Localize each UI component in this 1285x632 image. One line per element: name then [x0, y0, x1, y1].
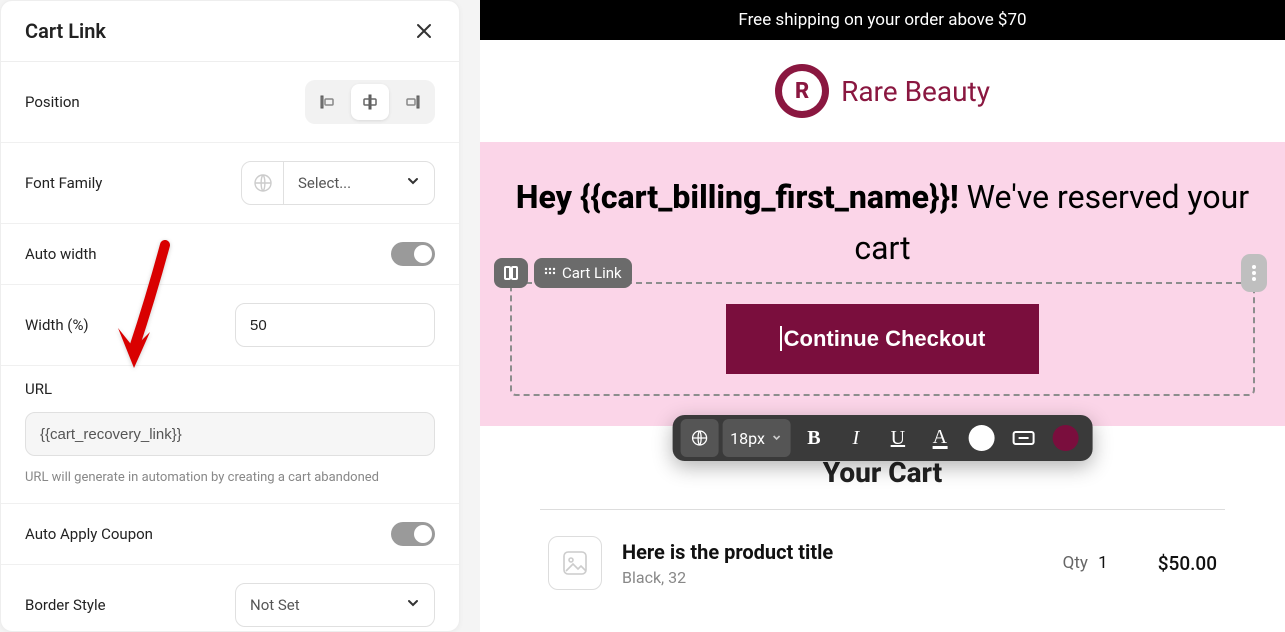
url-input[interactable] [25, 412, 435, 456]
email-preview: Free shipping on your order above $70 R … [480, 0, 1285, 632]
more-options-button[interactable] [1241, 254, 1267, 292]
font-family-row: Font Family Select... [1, 143, 459, 224]
product-variant: Black, 32 [622, 568, 1043, 587]
panel-title: Cart Link [25, 19, 106, 43]
border-style-label: Border Style [25, 596, 106, 614]
button-style-icon[interactable] [1005, 419, 1043, 457]
align-right-button[interactable] [393, 84, 431, 120]
cart-heading: Your Cart [540, 456, 1225, 489]
width-input[interactable] [235, 303, 435, 347]
product-info: Here is the product title Black, 32 [622, 540, 1043, 587]
cart-item-row: Here is the product title Black, 32 Qty … [540, 510, 1225, 590]
product-price: $50.00 [1158, 552, 1217, 575]
block-controls-left: Cart Link [494, 258, 632, 288]
chevron-down-icon [406, 174, 420, 192]
text-color-button[interactable]: A [921, 419, 959, 457]
auto-apply-row: Auto Apply Coupon [1, 504, 459, 565]
hero-greeting: Hey {{cart_billing_first_name}}! [516, 178, 959, 216]
shipping-banner: Free shipping on your order above $70 [480, 0, 1285, 40]
position-row: Position [1, 62, 459, 143]
block-label-pill[interactable]: Cart Link [534, 258, 632, 288]
product-image-placeholder [548, 536, 602, 590]
position-label: Position [25, 93, 80, 111]
close-icon[interactable] [413, 20, 435, 42]
border-style-row: Border Style Not Set [1, 565, 459, 632]
brand-name: Rare Beauty [841, 75, 990, 108]
font-size-selector[interactable]: 18px [722, 419, 791, 457]
width-label: Width (%) [25, 316, 89, 334]
align-left-button[interactable] [309, 84, 347, 120]
brand-logo-row: R Rare Beauty [480, 40, 1285, 142]
bold-button[interactable]: B [795, 419, 833, 457]
position-segmented [305, 80, 435, 124]
url-help-text: URL will generate in automation by creat… [25, 470, 435, 485]
settings-panel: Cart Link Position Font Family Select.. [0, 0, 460, 632]
italic-button[interactable]: I [837, 419, 875, 457]
chevron-down-icon [406, 596, 420, 614]
columns-icon[interactable] [494, 258, 528, 288]
url-label: URL [25, 380, 435, 398]
bg-maroon-swatch[interactable] [1047, 419, 1085, 457]
block-label-text: Cart Link [562, 264, 622, 282]
font-family-select[interactable]: Select... [241, 161, 435, 205]
auto-width-row: Auto width [1, 224, 459, 285]
text-format-toolbar: 18px B I U A [672, 415, 1093, 461]
cart-link-block[interactable]: Continue Checkout [510, 282, 1255, 396]
toolbar-globe-icon[interactable] [680, 419, 718, 457]
underline-button[interactable]: U [879, 419, 917, 457]
qty-value: 1 [1098, 553, 1108, 573]
panel-header: Cart Link [1, 1, 459, 62]
auto-apply-label: Auto Apply Coupon [25, 525, 153, 543]
border-style-value: Not Set [250, 596, 300, 614]
brand-logo-icon: R [775, 64, 829, 118]
auto-width-toggle[interactable] [391, 242, 435, 266]
globe-icon [242, 162, 284, 204]
font-size-value: 18px [730, 429, 765, 448]
auto-apply-toggle[interactable] [391, 522, 435, 546]
product-title: Here is the product title [622, 540, 1043, 564]
auto-width-label: Auto width [25, 245, 97, 263]
align-center-button[interactable] [351, 84, 389, 120]
font-family-value: Select... [298, 174, 351, 192]
continue-checkout-button[interactable]: Continue Checkout [726, 304, 1040, 374]
border-style-select[interactable]: Not Set [235, 583, 435, 627]
product-qty: Qty 1 [1063, 553, 1108, 573]
font-family-label: Font Family [25, 174, 102, 192]
qty-label: Qty [1063, 553, 1088, 573]
bg-white-swatch[interactable] [963, 419, 1001, 457]
url-row: URL URL will generate in automation by c… [1, 366, 459, 504]
width-row: Width (%) [1, 285, 459, 366]
block-controls-right [1241, 254, 1267, 292]
